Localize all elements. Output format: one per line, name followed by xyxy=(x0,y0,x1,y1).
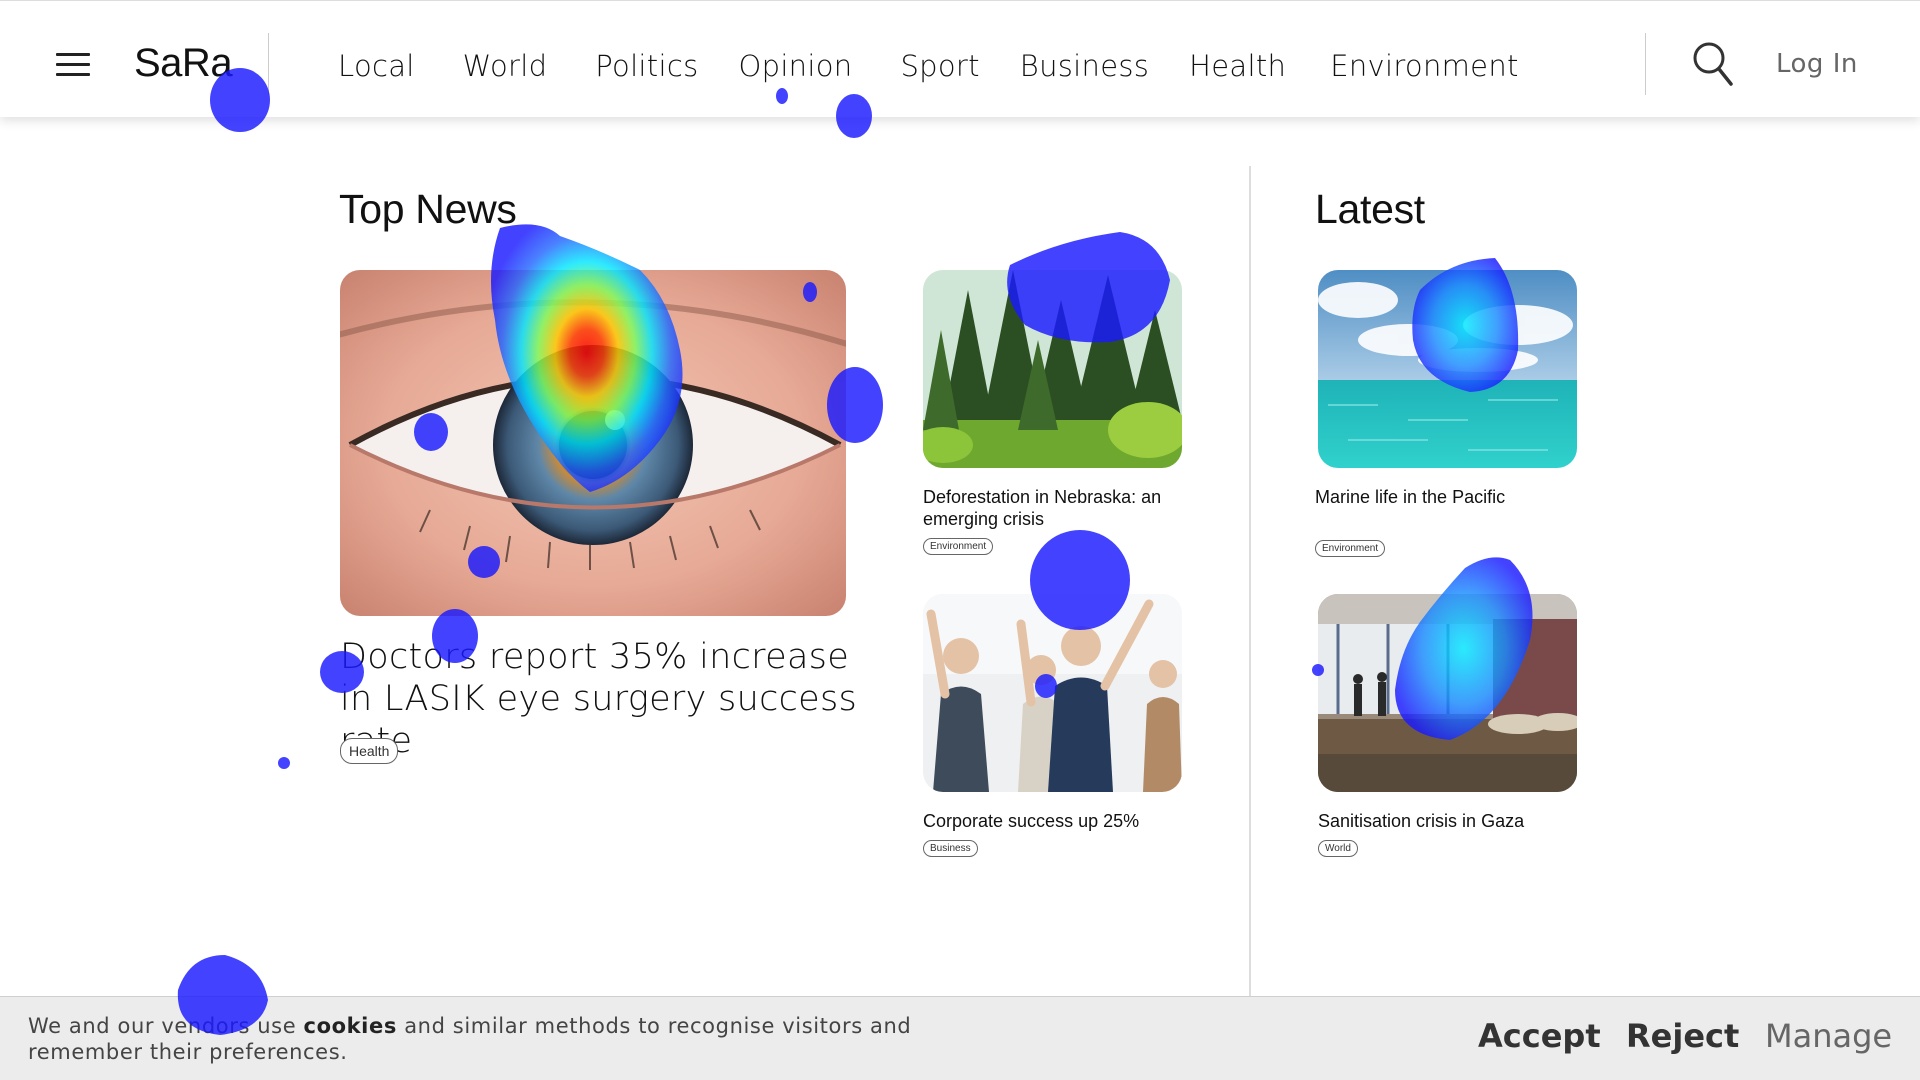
cookie-banner: We and our vendors use cookies and simil… xyxy=(0,996,1920,1080)
site-logo[interactable]: SaRa xyxy=(134,41,233,86)
flooded-camp-image xyxy=(1318,594,1577,792)
main-nav: Local World Politics Opinion Sport Busin… xyxy=(338,49,1519,83)
forest-image xyxy=(923,270,1182,468)
cookie-text-part: We and our vendors use xyxy=(28,1014,304,1038)
top-news-title: Top News xyxy=(339,186,517,232)
site-header: SaRa Local World Politics Opinion Sport … xyxy=(0,0,1920,117)
main-story-tag[interactable]: Health xyxy=(340,738,399,764)
eye-image xyxy=(340,270,846,616)
business-people-image xyxy=(923,594,1182,792)
nav-environment[interactable]: Environment xyxy=(1330,49,1518,83)
main-story-headline[interactable]: Doctors report 35% increase in LASIK eye… xyxy=(340,636,860,762)
story-image-forest[interactable] xyxy=(923,270,1182,468)
story-headline[interactable]: Corporate success up 25% xyxy=(923,810,1193,832)
accept-button[interactable]: Accept xyxy=(1478,1017,1601,1055)
story-image-ocean[interactable] xyxy=(1318,270,1577,468)
manage-button[interactable]: Manage xyxy=(1765,1017,1892,1055)
cookie-message: We and our vendors use cookies and simil… xyxy=(28,1013,948,1065)
nav-opinion[interactable]: Opinion xyxy=(738,49,852,83)
nav-business[interactable]: Business xyxy=(1020,49,1149,83)
nav-sport[interactable]: Sport xyxy=(900,49,979,83)
story-image-gaza[interactable] xyxy=(1318,594,1577,792)
latest-story-tag[interactable]: Environment xyxy=(1315,540,1386,557)
ocean-image xyxy=(1318,270,1577,468)
latest-story-tag[interactable]: World xyxy=(1318,840,1358,857)
nav-local[interactable]: Local xyxy=(338,49,415,83)
story-headline[interactable]: Deforestation in Nebraska: an emerging c… xyxy=(923,486,1193,530)
cookies-link[interactable]: cookies xyxy=(304,1014,397,1038)
nav-world[interactable]: World xyxy=(463,49,548,83)
latest-title: Latest xyxy=(1315,186,1425,232)
column-divider xyxy=(1249,166,1251,996)
menu-icon[interactable] xyxy=(56,53,90,77)
story-tag[interactable]: Business xyxy=(923,840,978,857)
reject-button[interactable]: Reject xyxy=(1626,1017,1739,1055)
story-image-business[interactable] xyxy=(923,594,1182,792)
story-tag[interactable]: Environment xyxy=(923,538,994,555)
login-link[interactable]: Log In xyxy=(1776,49,1858,79)
main-story-image[interactable] xyxy=(340,270,846,616)
header-divider xyxy=(268,33,269,95)
search-icon[interactable] xyxy=(1692,41,1734,87)
latest-story-headline[interactable]: Marine life in the Pacific xyxy=(1315,486,1595,508)
latest-story-headline[interactable]: Sanitisation crisis in Gaza xyxy=(1318,810,1598,832)
nav-health[interactable]: Health xyxy=(1189,49,1286,83)
header-divider xyxy=(1645,33,1646,95)
nav-politics[interactable]: Politics xyxy=(595,49,698,83)
